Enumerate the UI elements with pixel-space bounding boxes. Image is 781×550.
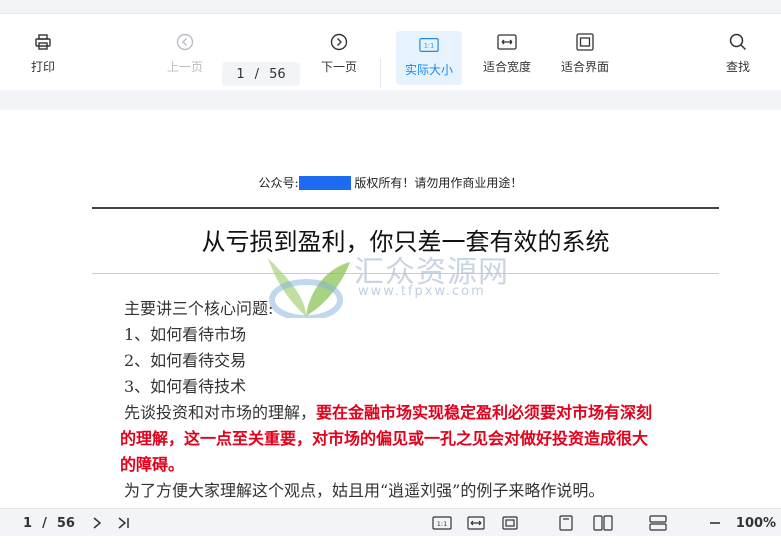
para-normal-text: 先谈投资和对市场的理解，: [124, 403, 317, 422]
header-rule: [92, 207, 719, 209]
copyright-notice: 公众号: 东方文财 版权所有！请勿用作商业用途！: [0, 174, 781, 191]
actual-size-small-icon: 1:1: [432, 516, 452, 530]
current-page-input[interactable]: 1: [236, 67, 244, 82]
para-red-text-2: 的理解，这一点至关重要，对市场的偏见或一孔之见会对做好投资造成很大: [120, 429, 649, 448]
actual-size-button[interactable]: 1:1 实际大小: [396, 31, 462, 85]
chevron-right-icon: [93, 517, 102, 529]
bottom-page-sep: /: [42, 515, 47, 531]
prev-page-button[interactable]: 上一页: [160, 32, 210, 84]
print-label: 打印: [30, 60, 55, 74]
bottom-current-page[interactable]: 1: [23, 516, 32, 531]
next-page-label: 下一页: [320, 60, 357, 74]
bottom-page-indicator[interactable]: 1 / 56: [14, 509, 84, 537]
single-page-icon: [559, 515, 573, 531]
page-number-box[interactable]: 1 / 56: [222, 62, 300, 86]
body-line: 3、如何看待技术: [124, 377, 247, 396]
bottom-fit-width-button[interactable]: [464, 509, 488, 537]
fit-width-button[interactable]: 适合宽度: [476, 32, 538, 84]
double-page-view-button[interactable]: [590, 509, 616, 537]
notice-highlight: 东方文财: [298, 176, 351, 190]
double-page-icon: [593, 515, 613, 531]
find-label: 查找: [725, 60, 750, 74]
document-body: 主要讲三个核心问题: 1、如何看待市场 2、如何看待交易 3、如何看待技术 先谈…: [120, 296, 724, 504]
body-paragraph: 先谈投资和对市场的理解，要在金融市场实现稳定盈利必须要对市场有深刻: [124, 400, 724, 426]
skip-to-end-icon: [118, 517, 129, 529]
body-last-line: 为了方便大家理解这个观点，姑且用“逍遥刘强”的例子来略作说明。: [124, 481, 605, 500]
fit-width-label: 适合宽度: [482, 60, 531, 74]
page-separator: /: [254, 66, 260, 82]
fit-page-icon: [575, 32, 595, 52]
notice-prefix: 公众号:: [258, 176, 299, 190]
fit-page-small-icon: [502, 516, 518, 530]
next-page-small-button[interactable]: [88, 509, 106, 537]
actual-size-icon-text: 1:1: [424, 43, 434, 50]
body-line: 2、如何看待交易: [124, 351, 247, 370]
print-button[interactable]: 打印: [22, 32, 64, 84]
printer-icon: [33, 32, 53, 52]
body-line: 1、如何看待市场: [124, 325, 247, 344]
fit-width-icon: [497, 32, 517, 52]
actual-size-icon: 1:1: [419, 35, 439, 55]
continuous-scroll-icon: [649, 515, 667, 531]
chevron-right-circle-icon: [329, 32, 349, 52]
scroll-view-button[interactable]: [646, 509, 670, 537]
prev-page-label: 上一页: [166, 60, 203, 74]
body-line: 主要讲三个核心问题:: [124, 299, 274, 318]
next-page-button[interactable]: 下一页: [314, 32, 364, 84]
viewer-toolbar: 打印 上一页 1 / 56 下一页 1:1 实际大小 适合宽度 适合界面 查找: [0, 14, 781, 90]
bottom-fit-page-button[interactable]: [498, 509, 522, 537]
bottom-total-pages: 56: [56, 515, 75, 531]
bottom-strip: [0, 536, 781, 550]
notice-suffix: 版权所有！请勿用作商业用途！: [350, 176, 523, 190]
document-page: 公众号: 东方文财 版权所有！请勿用作商业用途！ 从亏损到盈利，你只差一套有效的系…: [0, 110, 781, 508]
single-page-view-button[interactable]: [555, 509, 577, 537]
fit-width-small-icon: [467, 516, 485, 530]
total-pages: 56: [269, 66, 286, 82]
top-strip: [0, 0, 781, 14]
para-red-text-3: 的障碍。: [120, 455, 185, 474]
bottom-actual-size-icon-text: 1:1: [437, 520, 447, 528]
search-icon: [728, 32, 748, 52]
toolbar-divider: [380, 58, 381, 88]
minus-icon: [710, 522, 720, 524]
fit-page-label: 适合界面: [560, 60, 609, 74]
fit-page-button[interactable]: 适合界面: [554, 32, 616, 84]
bottom-status-bar: 1 / 56 1:1 100%: [0, 508, 781, 536]
last-page-button[interactable]: [114, 509, 134, 537]
zoom-out-button[interactable]: [704, 509, 726, 537]
para-red-text-1: 要在金融市场实现稳定盈利必须要对市场有深刻: [316, 403, 653, 422]
chevron-left-circle-icon: [175, 32, 195, 52]
find-button[interactable]: 查找: [718, 32, 758, 84]
actual-size-label: 实际大小: [404, 63, 453, 77]
bottom-actual-size-button[interactable]: 1:1: [430, 509, 454, 537]
zoom-level[interactable]: 100%: [734, 509, 778, 537]
page-gap: [0, 90, 781, 110]
